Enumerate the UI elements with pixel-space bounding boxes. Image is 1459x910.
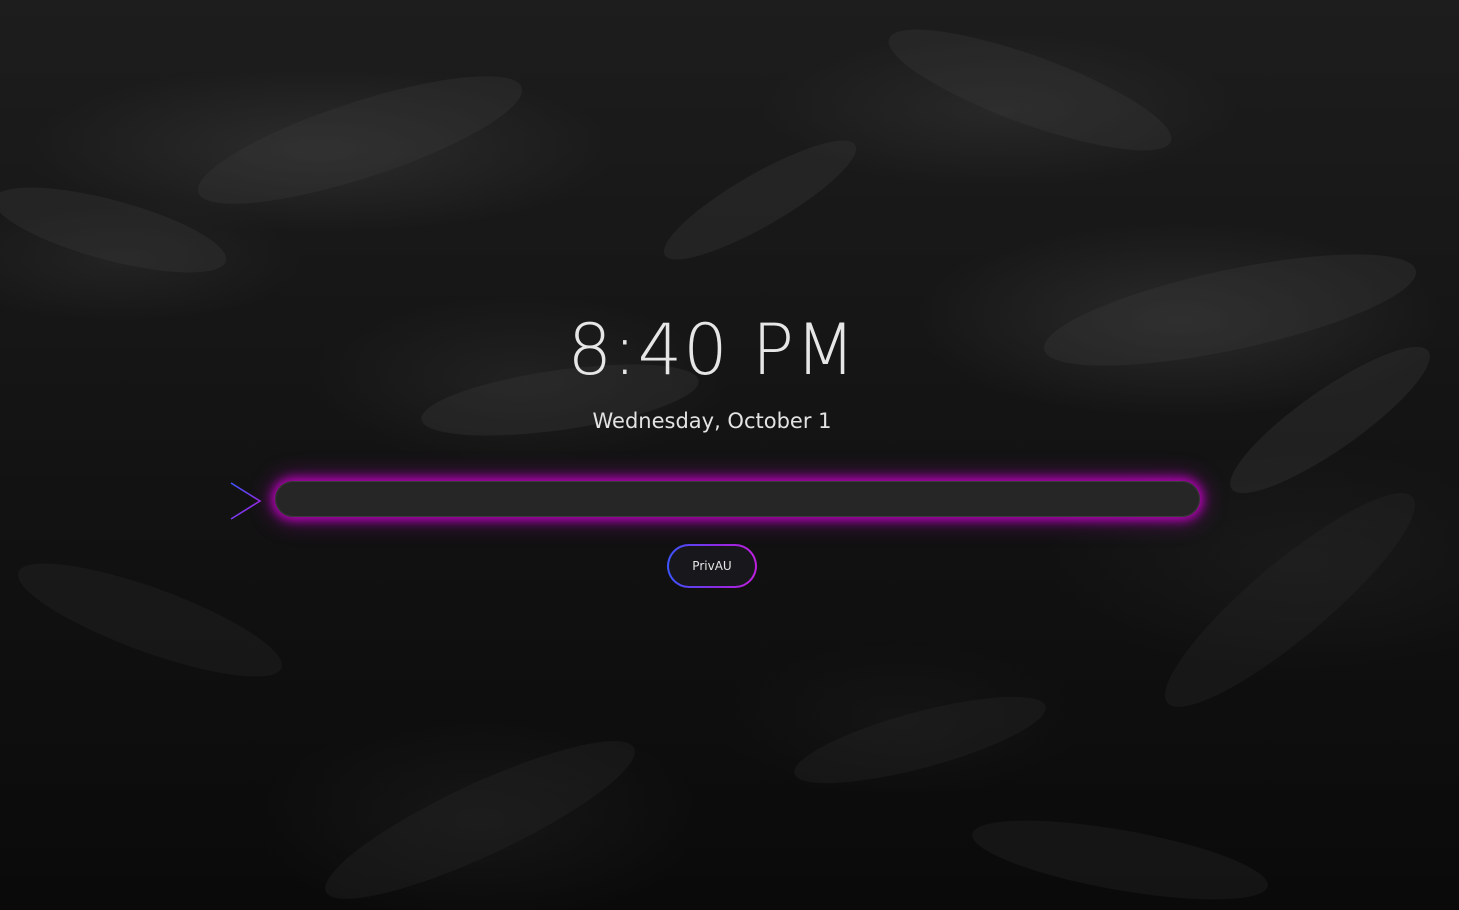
wallpaper-leaves <box>0 29 1430 900</box>
user-button[interactable]: PrivAU <box>667 544 757 588</box>
password-input[interactable] <box>275 481 1200 517</box>
clock-date: Wednesday, October 1 <box>592 409 832 433</box>
clock-time: 8:40 PM <box>567 309 857 391</box>
lock-screen: 8:40 PM Wednesday, October 1 PrivAU <box>0 0 1459 910</box>
user-button-label: PrivAU <box>692 559 732 573</box>
chevron-right-icon <box>230 482 262 520</box>
